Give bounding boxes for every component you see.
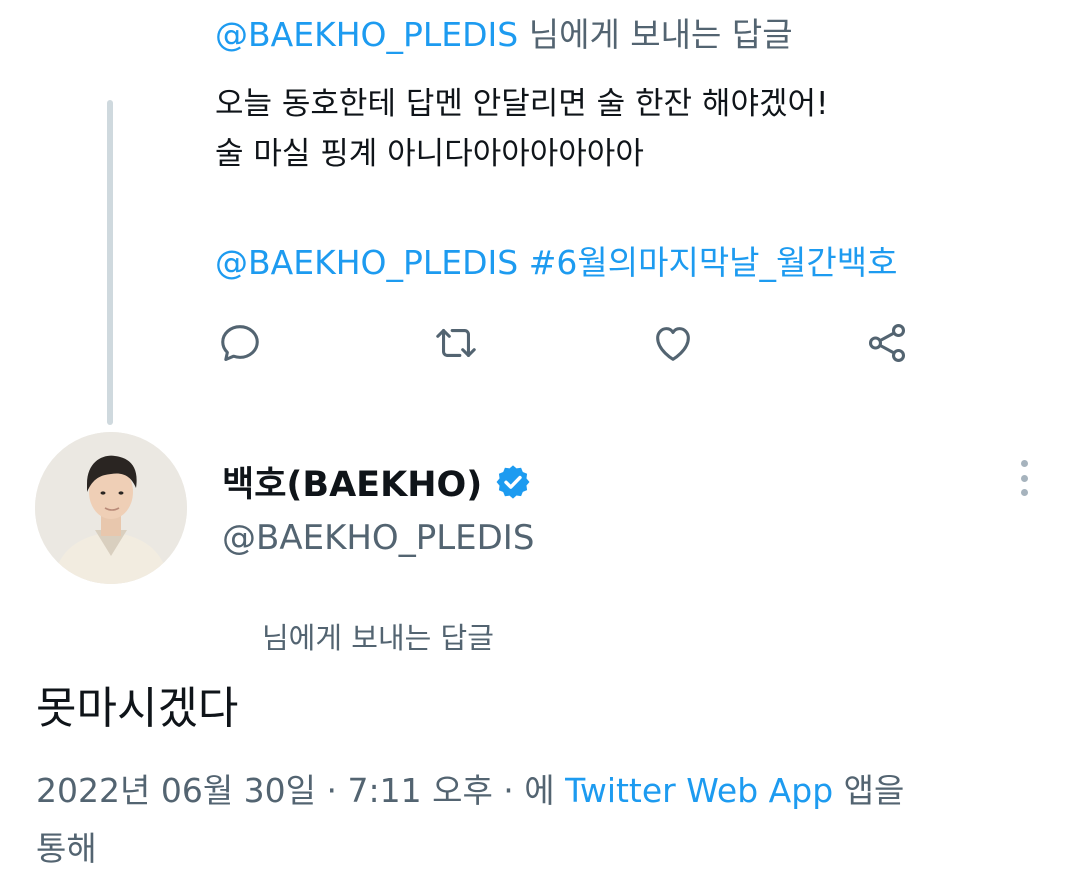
tweet-text-line-1: 오늘 동호한테 답멘 안달리면 술 한잔 해야겠어! [215, 86, 829, 122]
tweet-action-bar [215, 318, 935, 368]
reply-to-suffix-main: 님에게 보내는 답글 [262, 621, 494, 655]
dot-icon [1020, 474, 1028, 482]
share-button[interactable] [862, 318, 912, 368]
reply-to-handle-link[interactable]: @BAEKHO_PLEDIS [215, 15, 518, 54]
hashtag-link[interactable]: #6월의마지막날_월간백호 [529, 243, 898, 282]
tweet-text-line-2: 술 마실 핑계 아니다아아아아아아 [215, 136, 644, 172]
main-tweet-text: 못마시겠다 [36, 683, 239, 734]
like-button[interactable] [648, 318, 698, 368]
verified-badge-icon [496, 464, 530, 499]
thread-connector-line [107, 100, 113, 425]
profile-photo [35, 432, 187, 584]
retweet-button[interactable] [431, 318, 481, 368]
tweet-metadata: 2022년 06월 30일 · 7:11 오후 · 에 Twitter Web … [36, 762, 1036, 878]
share-icon [868, 324, 906, 362]
reply-to-suffix: 님에게 보내는 답글 [528, 15, 793, 54]
dot-icon [1020, 460, 1028, 467]
reply-button[interactable] [215, 318, 265, 368]
reply-context: @BAEKHO_PLEDIS 님에게 보내는 답글 [215, 8, 793, 56]
avatar[interactable] [35, 432, 187, 584]
timestamp[interactable]: 2022년 06월 30일 · 7:11 오후 · 에 [36, 771, 555, 810]
comment-icon [221, 325, 259, 362]
source-app-link[interactable]: Twitter Web App [565, 771, 833, 810]
mention-link[interactable]: @BAEKHO_PLEDIS [215, 243, 518, 282]
source-suffix-2: 통해 [36, 829, 97, 868]
heart-icon [656, 327, 690, 361]
source-suffix: 앱을 [843, 771, 905, 810]
user-handle[interactable]: @BAEKHO_PLEDIS [222, 518, 534, 558]
more-options-button[interactable] [1010, 458, 1038, 498]
display-name[interactable]: 백호(BAEKHO) [222, 456, 532, 507]
display-name-text: 백호(BAEKHO) [222, 465, 483, 505]
dot-icon [1020, 489, 1028, 496]
tweet-links-line: @BAEKHO_PLEDIS #6월의마지막날_월간백호 [215, 236, 897, 284]
retweet-icon [436, 329, 476, 357]
